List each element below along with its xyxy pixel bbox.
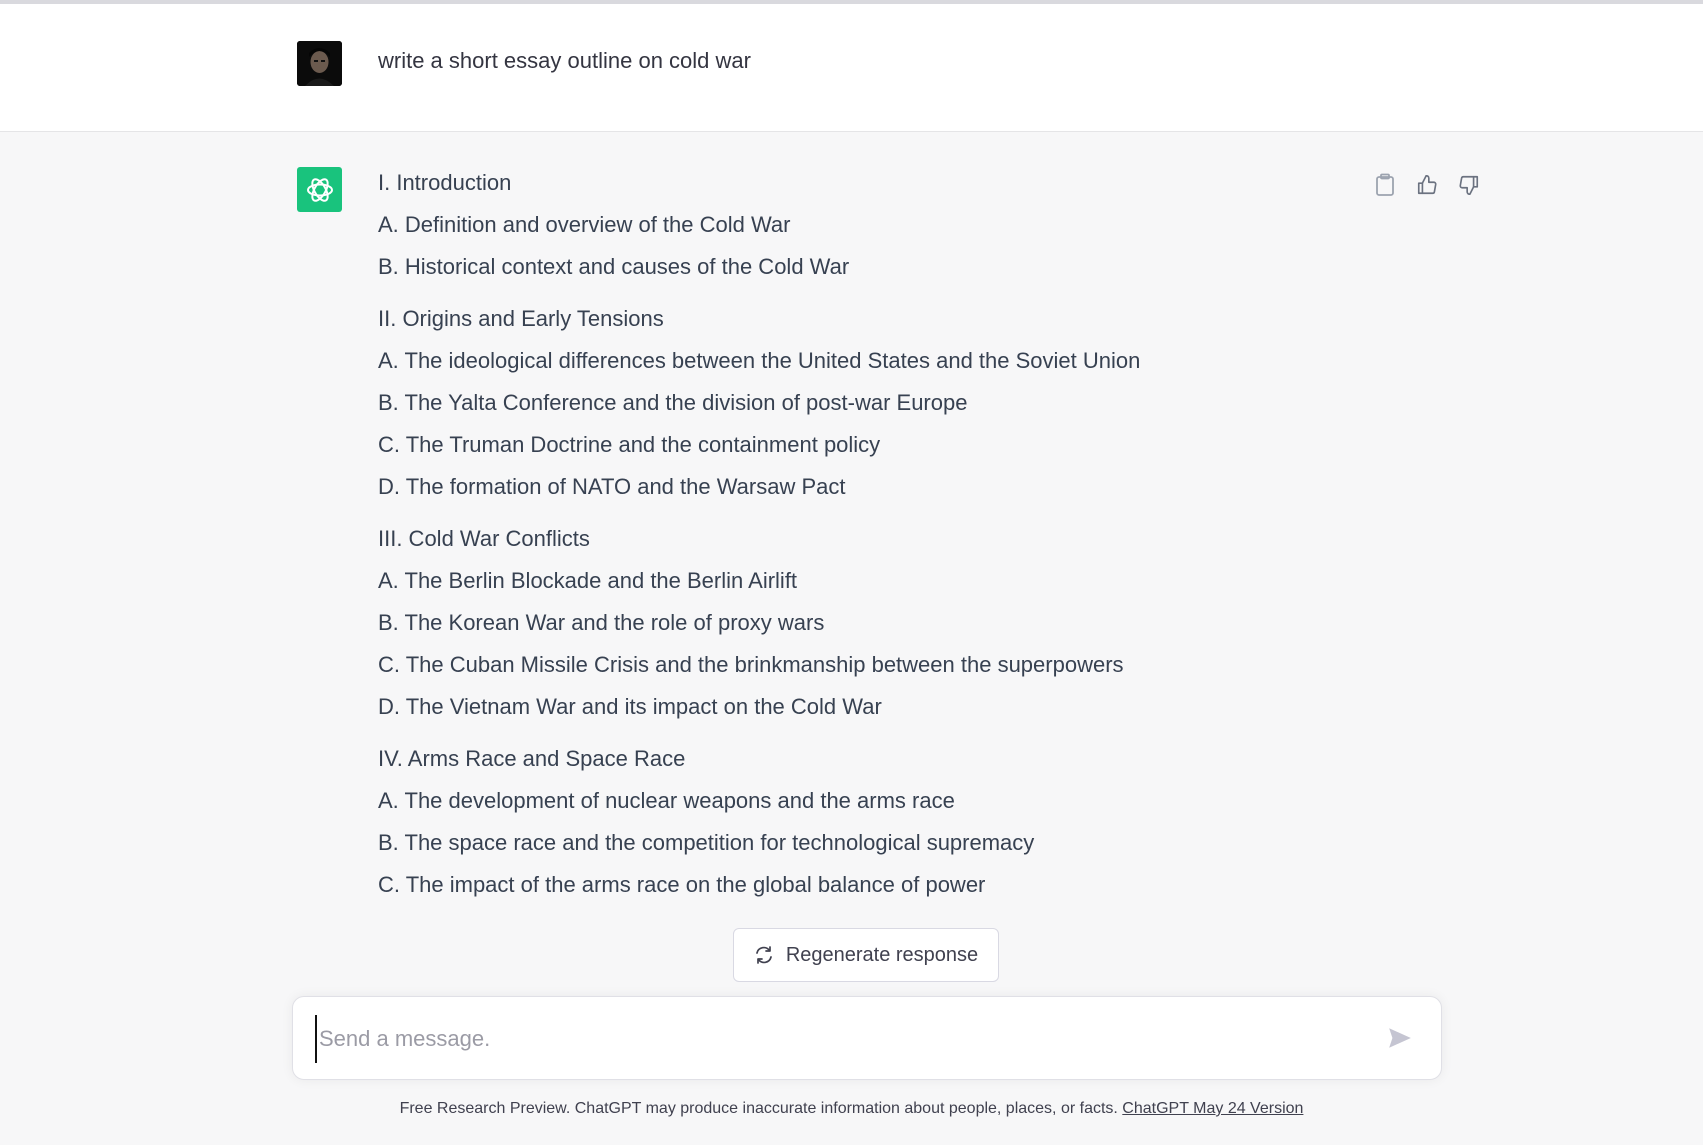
outline-item: C. The Cuban Missile Crisis and the brin… (378, 652, 1124, 677)
footer-disclaimer: Free Research Preview. ChatGPT may produ… (0, 1100, 1703, 1118)
outline-item: A. Definition and overview of the Cold W… (378, 212, 791, 237)
thumbs-down-icon (1459, 175, 1479, 195)
chatgpt-logo-icon (297, 167, 342, 212)
outline-item: B. The Yalta Conference and the division… (378, 390, 968, 415)
message-composer (292, 996, 1442, 1080)
section-heading: IV. Arms Race and Space Race (378, 746, 686, 771)
outline-section: III. Cold War Conflicts A. The Berlin Bl… (378, 528, 1338, 718)
thumbs-up-button[interactable] (1416, 172, 1438, 198)
copy-button[interactable] (1374, 172, 1396, 198)
outline-item: B. Historical context and causes of the … (378, 254, 850, 279)
user-message-text: write a short essay outline on cold war (378, 48, 751, 73)
assistant-message-row: I. Introduction A. Definition and overvi… (0, 132, 1703, 1145)
outline-item: C. The impact of the arms race on the gl… (378, 872, 986, 897)
regenerate-label: Regenerate response (785, 943, 979, 966)
outline-section: I. Introduction A. Definition and overvi… (378, 172, 1338, 278)
regenerate-response-button[interactable]: Regenerate response (733, 928, 999, 982)
send-button[interactable] (1385, 1023, 1415, 1053)
footer-text: Free Research Preview. ChatGPT may produ… (399, 1100, 1123, 1117)
message-actions (1374, 172, 1480, 198)
outline-item: B. The space race and the competition fo… (378, 830, 1035, 855)
outline-item: B. The Korean War and the role of proxy … (378, 610, 825, 635)
section-heading: II. Origins and Early Tensions (378, 306, 664, 331)
send-icon (1389, 1028, 1411, 1048)
user-avatar (297, 41, 342, 86)
outline-item: D. The Vietnam War and its impact on the… (378, 694, 882, 719)
thumbs-down-button[interactable] (1458, 172, 1480, 198)
section-heading: III. Cold War Conflicts (378, 526, 590, 551)
clipboard-icon (1376, 173, 1394, 196)
outline-section: II. Origins and Early Tensions A. The id… (378, 308, 1338, 498)
section-heading: I. Introduction (378, 170, 512, 195)
thumbs-up-icon (1417, 175, 1437, 195)
user-message-row: write a short essay outline on cold war (0, 4, 1703, 132)
outline-item: A. The development of nuclear weapons an… (378, 788, 955, 813)
version-link[interactable]: ChatGPT May 24 Version (1122, 1100, 1303, 1117)
outline-item: D. The formation of NATO and the Warsaw … (378, 474, 846, 499)
message-input[interactable] (315, 1015, 1361, 1063)
outline-item: A. The ideological differences between t… (378, 348, 1141, 373)
outline-item: A. The Berlin Blockade and the Berlin Ai… (378, 568, 798, 593)
outline-item: C. The Truman Doctrine and the containme… (378, 432, 881, 457)
outline-section: IV. Arms Race and Space Race A. The deve… (378, 748, 1338, 896)
essay-outline: I. Introduction A. Definition and overvi… (378, 172, 1338, 926)
refresh-icon (755, 946, 772, 964)
